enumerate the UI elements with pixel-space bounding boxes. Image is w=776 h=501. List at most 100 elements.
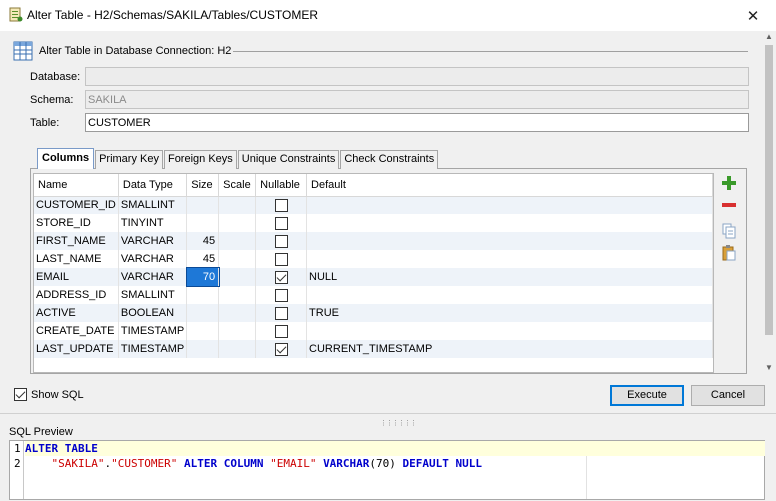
nullable-checkbox[interactable] [274, 252, 288, 266]
execute-button[interactable]: Execute [610, 385, 684, 406]
cell-nullable[interactable] [255, 304, 308, 322]
nullable-checkbox[interactable] [274, 324, 288, 338]
cell-default[interactable] [306, 322, 713, 340]
cell-scale[interactable] [218, 250, 257, 268]
table-name-input[interactable]: CUSTOMER [85, 113, 749, 132]
cell-size[interactable] [186, 214, 220, 232]
cell-data-type[interactable]: TIMESTAMP [118, 340, 188, 358]
cell-nullable[interactable] [255, 286, 308, 304]
cell-nullable[interactable] [255, 322, 308, 340]
cancel-button[interactable]: Cancel [691, 385, 765, 406]
cell-size[interactable] [186, 286, 220, 304]
cell-data-type[interactable]: VARCHAR [118, 250, 188, 268]
remove-column-button[interactable] [720, 196, 738, 214]
close-button[interactable]: ✕ [730, 0, 776, 31]
cell-default[interactable] [306, 250, 713, 268]
nullable-checkbox[interactable] [274, 270, 288, 284]
cell-name[interactable]: LAST_NAME [34, 250, 119, 268]
paste-button[interactable] [720, 244, 738, 262]
cell-scale[interactable] [218, 214, 257, 232]
nullable-checkbox[interactable] [274, 288, 288, 302]
cell-default[interactable] [306, 232, 713, 250]
table-row[interactable]: ACTIVE BOOLEAN TRUE [34, 304, 713, 322]
table-row[interactable]: EMAIL VARCHAR 70 NULL [34, 267, 713, 287]
table-row[interactable]: FIRST_NAME VARCHAR 45 [34, 232, 713, 250]
nullable-checkbox[interactable] [274, 234, 288, 248]
cell-name[interactable]: FIRST_NAME [34, 232, 119, 250]
add-column-button[interactable] [720, 174, 738, 192]
cell-data-type[interactable]: VARCHAR [118, 268, 188, 286]
splitter-grip-icon[interactable]: ⋮⋮⋮⋮⋮⋮ [380, 419, 417, 427]
show-sql-toggle[interactable]: Show SQL [14, 388, 84, 401]
cell-name[interactable]: ACTIVE [34, 304, 119, 322]
cell-data-type[interactable]: TIMESTAMP [118, 322, 188, 340]
scrollbar-thumb[interactable] [765, 45, 773, 335]
scroll-up-icon[interactable]: ▲ [762, 31, 776, 43]
cell-nullable[interactable] [255, 232, 308, 250]
cell-data-type[interactable]: BOOLEAN [118, 304, 188, 322]
cell-data-type[interactable]: SMALLINT [118, 286, 188, 304]
cell-default[interactable] [306, 286, 713, 304]
cell-scale[interactable] [218, 304, 257, 322]
cell-nullable[interactable] [255, 250, 308, 268]
cell-data-type[interactable]: SMALLINT [118, 196, 188, 214]
cell-name[interactable]: CREATE_DATE [34, 322, 119, 340]
cell-data-type[interactable]: VARCHAR [118, 232, 188, 250]
cell-size[interactable]: 70 [185, 267, 220, 287]
nullable-checkbox[interactable] [274, 306, 288, 320]
sql-preview-editor[interactable]: 1 2 ALTER TABLE "SAKILA"."CUSTOMER" ALTE… [9, 440, 765, 500]
tab-primary-key[interactable]: Primary Key [95, 150, 163, 169]
cell-size[interactable]: 45 [186, 232, 220, 250]
tab-columns[interactable]: Columns [37, 148, 95, 169]
cell-size[interactable]: 45 [186, 250, 220, 268]
cell-nullable[interactable] [255, 196, 308, 214]
columns-table[interactable]: Name Data Type Size Scale Nullable Defau… [33, 173, 714, 373]
nullable-checkbox[interactable] [274, 216, 288, 230]
table-row[interactable]: STORE_ID TINYINT [34, 214, 713, 232]
tab-check-constraints[interactable]: Check Constraints [340, 150, 439, 169]
cell-scale[interactable] [218, 268, 257, 286]
column-header-name[interactable]: Name [34, 174, 119, 197]
cell-default[interactable]: NULL [306, 268, 713, 286]
cell-scale[interactable] [218, 322, 257, 340]
nullable-checkbox[interactable] [274, 342, 288, 356]
vertical-scrollbar[interactable]: ▲ ▼ [762, 31, 776, 374]
cell-nullable[interactable] [255, 214, 308, 232]
column-header-data-type[interactable]: Data Type [118, 174, 188, 197]
nullable-checkbox[interactable] [274, 198, 288, 212]
cell-size[interactable] [186, 196, 220, 214]
cell-size[interactable] [186, 304, 220, 322]
column-header-default[interactable]: Default [306, 174, 713, 197]
cell-default[interactable] [306, 196, 713, 214]
cell-scale[interactable] [218, 196, 257, 214]
cell-size[interactable] [186, 340, 220, 358]
scroll-down-icon[interactable]: ▼ [762, 362, 776, 374]
cell-name[interactable]: LAST_UPDATE [34, 340, 119, 358]
tab-unique-constraints[interactable]: Unique Constraints [237, 150, 340, 169]
cell-scale[interactable] [218, 286, 257, 304]
cell-scale[interactable] [218, 340, 257, 358]
cell-default[interactable] [306, 214, 713, 232]
column-header-nullable[interactable]: Nullable [255, 174, 308, 197]
show-sql-checkbox[interactable] [14, 388, 27, 401]
cell-name[interactable]: CUSTOMER_ID [34, 196, 119, 214]
table-row[interactable]: CUSTOMER_ID SMALLINT [34, 196, 713, 214]
table-row[interactable]: LAST_UPDATE TIMESTAMP CURRENT_TIMESTAMP [34, 340, 713, 358]
cell-data-type[interactable]: TINYINT [118, 214, 188, 232]
cell-name[interactable]: EMAIL [34, 268, 119, 286]
table-row[interactable]: ADDRESS_ID SMALLINT [34, 286, 713, 304]
cell-name[interactable]: ADDRESS_ID [34, 286, 119, 304]
cell-default[interactable]: CURRENT_TIMESTAMP [306, 340, 713, 358]
cell-scale[interactable] [218, 232, 257, 250]
cell-nullable[interactable] [255, 340, 308, 358]
cell-nullable[interactable] [255, 268, 308, 286]
cell-name[interactable]: STORE_ID [34, 214, 119, 232]
column-header-size[interactable]: Size [186, 174, 220, 197]
column-header-scale[interactable]: Scale [218, 174, 257, 197]
cell-size[interactable] [186, 322, 220, 340]
copy-button[interactable] [720, 222, 738, 240]
cell-default[interactable]: TRUE [306, 304, 713, 322]
table-row[interactable]: LAST_NAME VARCHAR 45 [34, 250, 713, 268]
table-row[interactable]: CREATE_DATE TIMESTAMP [34, 322, 713, 340]
tab-foreign-keys[interactable]: Foreign Keys [163, 150, 237, 169]
